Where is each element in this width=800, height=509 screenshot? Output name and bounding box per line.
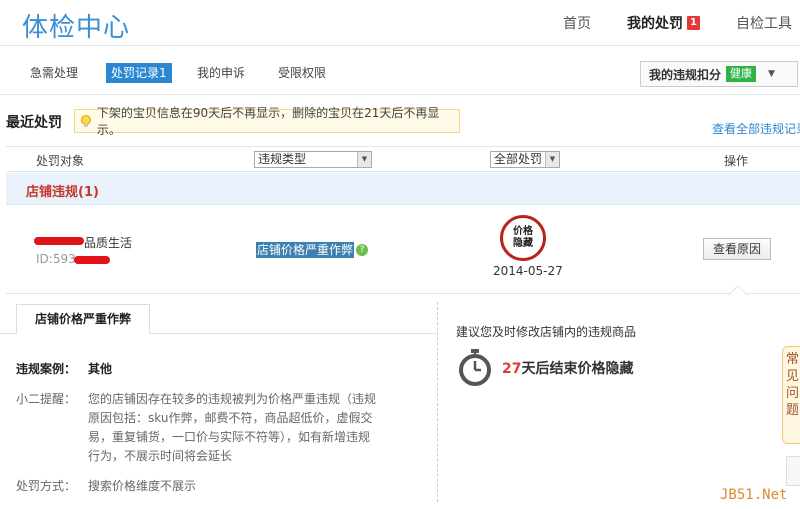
violation-type-select-value: 违规类型	[258, 152, 307, 166]
tab-urgent[interactable]: 急需处理	[30, 63, 78, 83]
lightbulb-icon	[80, 115, 91, 127]
panel-divider	[437, 302, 438, 502]
shop-name: 品质生活	[84, 236, 133, 250]
view-reason-button[interactable]: 查看原因	[703, 238, 771, 260]
sub-tabs: 急需处理 处罚记录1 我的申诉 受限权限 我的违规扣分 健康 ▼	[0, 47, 800, 95]
nav-my-penalty[interactable]: 我的处罚 1	[627, 13, 700, 33]
case-value: 其他	[88, 362, 113, 376]
penalty-date: 2014-05-27	[493, 264, 563, 278]
suggestion-text: 建议您及时修改店铺内的违规商品	[456, 325, 637, 339]
faq-float-tab[interactable]: 常见问题	[782, 346, 800, 444]
nav-home-label: 首页	[563, 16, 592, 32]
countdown-text: 27天后结束价格隐藏	[502, 358, 633, 378]
redaction-mark	[74, 256, 110, 264]
watermark: JB51.Net	[720, 487, 788, 503]
detail-tab[interactable]: 店铺价格严重作弊	[16, 304, 150, 334]
seal-line-1: 价格	[513, 226, 533, 237]
help-icon[interactable]: ?	[356, 244, 368, 256]
detail-panel: 店铺价格严重作弊 违规案例： 其他 小二提醒： 您的店铺因存在较多的违规被判为价格…	[0, 294, 800, 509]
notice-bar: 下架的宝贝信息在90天后不再显示，删除的宝贝在21天后不再显示。	[74, 106, 460, 137]
nav-my-penalty-label: 我的处罚	[627, 16, 684, 32]
col-target-header: 处罚对象	[36, 154, 85, 168]
case-label: 违规案例：	[16, 362, 77, 376]
tip-label: 小二提醒：	[16, 392, 77, 406]
col-action-header: 操作	[724, 154, 749, 168]
table-header: 处罚对象 违规类型 ▼ 全部处罚 ▼ 操作	[6, 146, 800, 172]
chevron-down-icon: ▼	[357, 152, 371, 167]
chevron-down-icon: ▼	[545, 152, 559, 167]
penalty-filter-select-value: 全部处罚	[494, 152, 543, 166]
nav-home[interactable]: 首页	[563, 13, 591, 33]
table-row: 品质生活 ID:593 店铺价格严重作弊 ? 价格 隐藏 2014-05-27 …	[6, 206, 800, 305]
tip-text: 您的店铺因存在较多的违规被判为价格严重违规（违规原因包括：sku作弊，邮费不符，…	[88, 392, 377, 463]
collapse-handle[interactable]	[786, 456, 800, 486]
case-row: 违规案例： 其他	[16, 360, 112, 377]
top-header: 体检中心 首页 我的处罚 1 自检工具	[0, 0, 800, 46]
tab-restricted-permissions[interactable]: 受限权限	[278, 63, 326, 83]
method-value: 搜索价格维度不展示	[88, 479, 197, 493]
nav-self-check-tools[interactable]: 自检工具	[736, 13, 792, 33]
violation-type-select[interactable]: 违规类型 ▼	[254, 151, 372, 168]
view-all-records-link[interactable]: 查看全部违规记录	[712, 120, 800, 137]
countdown-suffix: 天后结束价格隐藏	[521, 361, 634, 377]
chevron-down-icon: ▼	[768, 69, 775, 79]
shop-id: ID:593	[36, 252, 76, 266]
top-nav: 首页 我的处罚 1 自检工具	[527, 13, 792, 33]
countdown-days: 27	[502, 361, 522, 377]
nav-tools-label: 自检工具	[736, 16, 792, 32]
penalty-seal-icon: 价格 隐藏	[500, 215, 546, 261]
stopwatch-icon	[459, 349, 491, 386]
tab-penalty-records[interactable]: 处罚记录1	[106, 63, 172, 83]
logo-title[interactable]: 体检中心	[22, 7, 130, 44]
tab-my-appeals[interactable]: 我的申诉	[197, 63, 245, 83]
group-label: 店铺违规(1)	[26, 185, 99, 200]
health-status-badge: 健康	[726, 66, 757, 82]
violation-score-dropdown[interactable]: 我的违规扣分 健康 ▼	[640, 61, 798, 87]
group-row: 店铺违规(1)	[6, 173, 800, 205]
penalty-count-badge: 1	[687, 16, 700, 30]
notice-text: 下架的宝贝信息在90天后不再显示，删除的宝贝在21天后不再显示。	[96, 106, 440, 137]
score-label: 我的违规扣分	[649, 67, 722, 82]
seal-line-2: 隐藏	[513, 238, 533, 249]
penalty-filter-select[interactable]: 全部处罚 ▼	[490, 151, 560, 168]
method-label: 处罚方式：	[16, 479, 77, 493]
violation-type-label: 店铺价格严重作弊	[256, 242, 355, 258]
redaction-mark	[34, 237, 84, 245]
section-title: 最近处罚	[6, 115, 62, 131]
